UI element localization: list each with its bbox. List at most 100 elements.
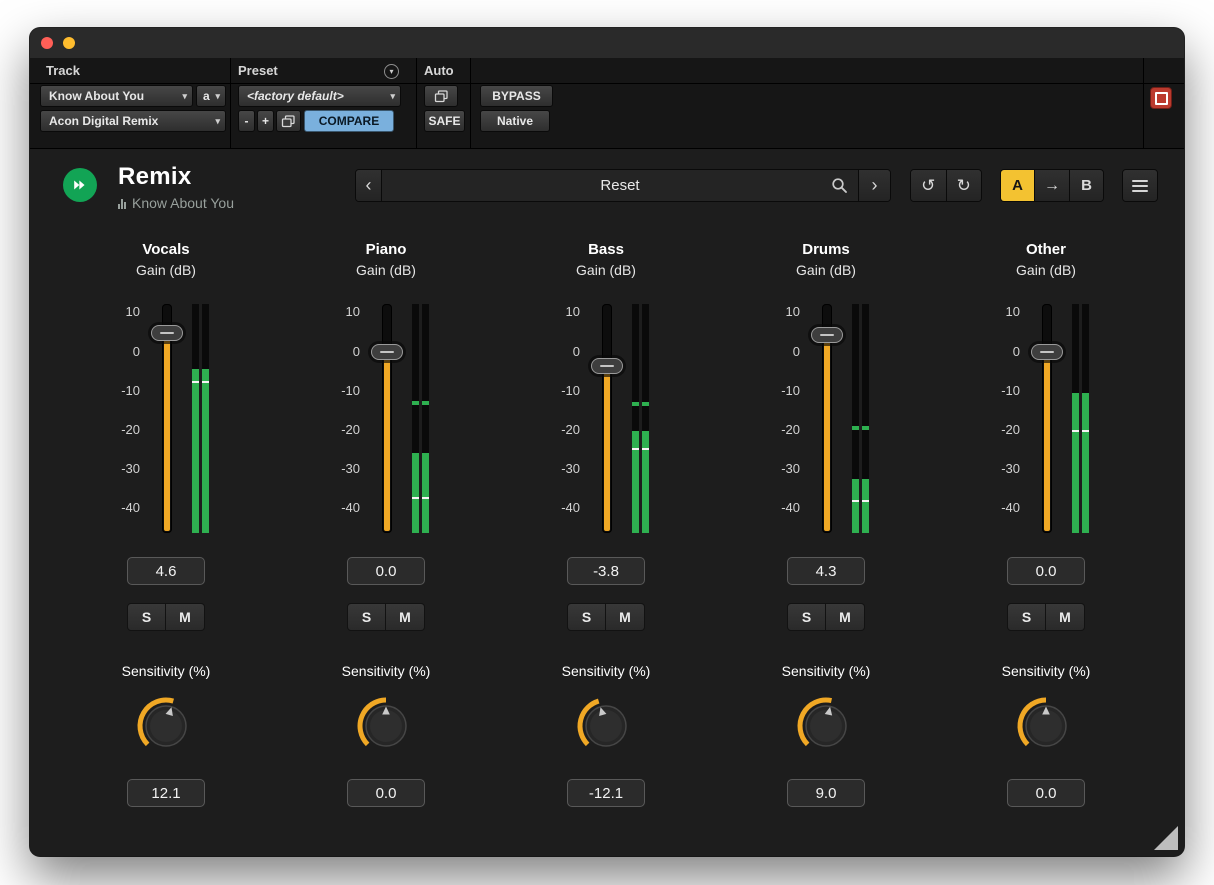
- automation-window-icon: [434, 90, 449, 103]
- channel-strip-drums: Drums Gain (dB) 100-10-20-30-40 4.3 S M …: [746, 241, 906, 815]
- meter-peak: [1082, 430, 1089, 432]
- ab-compare: A → B: [1000, 169, 1104, 202]
- ab-copy-button[interactable]: →: [1034, 170, 1070, 201]
- meter-tick: [862, 426, 869, 430]
- meter-tick: [632, 402, 639, 406]
- mute-button[interactable]: M: [1046, 603, 1085, 631]
- native-button[interactable]: Native: [480, 110, 550, 132]
- minimize-button[interactable]: [63, 37, 75, 49]
- safe-label: SAFE: [429, 114, 461, 128]
- sensitivity-value[interactable]: 9.0: [787, 779, 865, 807]
- close-button[interactable]: [41, 37, 53, 49]
- gain-value[interactable]: 4.6: [127, 557, 205, 585]
- ab-slot-b-button[interactable]: B: [1070, 170, 1103, 201]
- minus-label: -: [245, 114, 249, 128]
- preset-menu-icon[interactable]: ▾: [384, 64, 399, 79]
- preset-prev-button[interactable]: -: [238, 110, 255, 132]
- mute-button[interactable]: M: [606, 603, 645, 631]
- chevron-down-icon: ▾: [215, 91, 220, 102]
- sensitivity-knob[interactable]: [1014, 694, 1078, 758]
- chevron-down-icon: ▾: [215, 116, 220, 127]
- bypass-button[interactable]: BYPASS: [480, 85, 553, 107]
- scale-tick: -20: [121, 422, 140, 437]
- mute-button[interactable]: M: [166, 603, 205, 631]
- meter-peak: [1072, 430, 1079, 432]
- gain-slider-track[interactable]: [602, 304, 612, 533]
- track-column-label: Track: [46, 63, 80, 78]
- solo-button[interactable]: S: [567, 603, 606, 631]
- sensitivity-value[interactable]: 0.0: [347, 779, 425, 807]
- meter-peak: [422, 497, 429, 499]
- preset-next-button[interactable]: ›: [858, 170, 890, 201]
- sensitivity-value[interactable]: -12.1: [567, 779, 645, 807]
- remix-logo: [63, 168, 97, 202]
- gain-scale: 100-10-20-30-40: [966, 241, 1020, 541]
- scale-tick: -20: [561, 422, 580, 437]
- gain-scale: 100-10-20-30-40: [306, 241, 360, 541]
- plugin-selector[interactable]: Acon Digital Remix ▾: [40, 110, 226, 132]
- chevron-down-icon: ▾: [182, 91, 187, 102]
- sensitivity-value[interactable]: 0.0: [1007, 779, 1085, 807]
- scale-tick: -40: [781, 500, 800, 515]
- sensitivity-knob[interactable]: [354, 694, 418, 758]
- meter-bar: [1072, 304, 1079, 533]
- sensitivity-knob[interactable]: [134, 694, 198, 758]
- resize-handle[interactable]: [1154, 826, 1178, 850]
- track-letter-selector[interactable]: a ▾: [196, 85, 226, 107]
- search-icon[interactable]: [831, 177, 849, 195]
- sensitivity-knob[interactable]: [574, 694, 638, 758]
- sensitivity-value[interactable]: 12.1: [127, 779, 205, 807]
- scale-tick: -20: [341, 422, 360, 437]
- preset-selector[interactable]: <factory default> ▾: [238, 85, 401, 107]
- solo-button[interactable]: S: [127, 603, 166, 631]
- scale-tick: -30: [561, 461, 580, 476]
- ab-slot-a-button[interactable]: A: [1001, 170, 1034, 201]
- target-button[interactable]: [1150, 87, 1172, 109]
- solo-button[interactable]: S: [787, 603, 826, 631]
- gain-slider-handle[interactable]: [591, 358, 623, 374]
- gain-slider-handle[interactable]: [1031, 344, 1063, 360]
- preset-next-button[interactable]: +: [257, 110, 274, 132]
- meter-fill: [1082, 393, 1089, 533]
- plugin-subtitle: Know About You: [118, 195, 234, 211]
- safe-button[interactable]: SAFE: [424, 110, 465, 132]
- gain-slider-handle[interactable]: [811, 327, 843, 343]
- titlebar[interactable]: [30, 28, 1184, 59]
- menu-button[interactable]: [1123, 170, 1157, 201]
- track-selector[interactable]: Know About You ▾: [40, 85, 193, 107]
- gain-slider-handle[interactable]: [151, 325, 183, 341]
- solo-button[interactable]: S: [347, 603, 386, 631]
- redo-button[interactable]: ↻: [946, 170, 982, 201]
- copy-preset-button[interactable]: [276, 110, 301, 132]
- solo-button[interactable]: S: [1007, 603, 1046, 631]
- compare-button[interactable]: COMPARE: [304, 110, 394, 132]
- meter-bar: [422, 304, 429, 533]
- meter-peak: [862, 500, 869, 502]
- compare-label: COMPARE: [319, 114, 379, 128]
- arrow-right-icon: →: [1044, 177, 1060, 195]
- gain-value[interactable]: -3.8: [567, 557, 645, 585]
- level-meter: [1072, 304, 1089, 533]
- mute-button[interactable]: M: [386, 603, 425, 631]
- plugin-ui: Remix Know About You ‹ Reset ›: [30, 149, 1184, 856]
- preset-column-label: Preset: [238, 63, 278, 78]
- meter-tick: [412, 401, 419, 405]
- history-controls: ↺ ↻: [910, 169, 982, 202]
- undo-button[interactable]: ↺: [911, 170, 946, 201]
- gain-value[interactable]: 0.0: [347, 557, 425, 585]
- auto-window-button[interactable]: [424, 85, 458, 107]
- gain-slider-track[interactable]: [382, 304, 392, 533]
- sensitivity-knob[interactable]: [794, 694, 858, 758]
- gain-value[interactable]: 0.0: [1007, 557, 1085, 585]
- gain-slider-handle[interactable]: [371, 344, 403, 360]
- gain-value[interactable]: 4.3: [787, 557, 865, 585]
- preset-prev-button[interactable]: ‹: [356, 170, 382, 201]
- mute-button[interactable]: M: [826, 603, 865, 631]
- hamburger-icon: [1132, 180, 1148, 182]
- meter-bar: [642, 304, 649, 533]
- scale-tick: 10: [346, 304, 360, 319]
- scale-tick: -10: [1001, 383, 1020, 398]
- gain-slider-track[interactable]: [1042, 304, 1052, 533]
- preset-field[interactable]: Reset: [382, 170, 858, 201]
- ab-a-label: A: [1012, 177, 1023, 194]
